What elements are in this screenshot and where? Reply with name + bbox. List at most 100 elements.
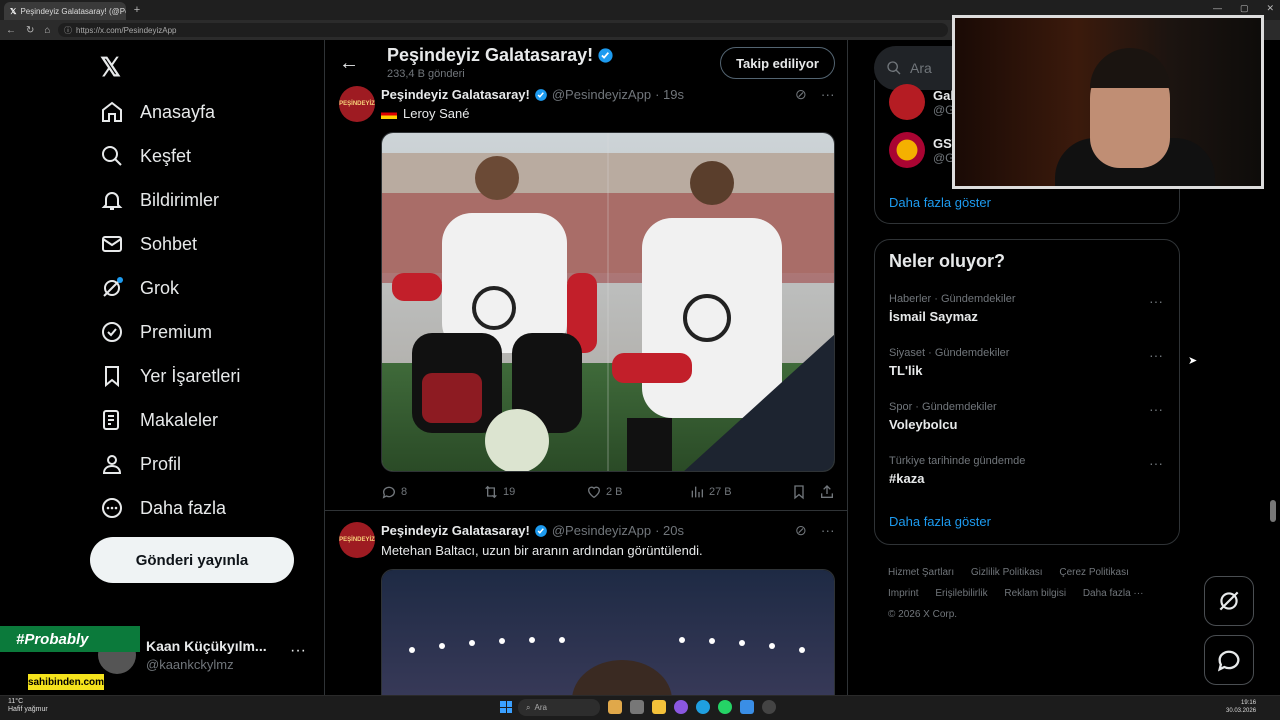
chat-bubble-icon xyxy=(1217,650,1240,672)
verified-badge-icon xyxy=(535,88,547,101)
like-button[interactable]: 2 B xyxy=(586,484,623,500)
timeline-column: ← Peşindeyiz Galatasaray! 233,4 B gönder… xyxy=(324,40,848,695)
x-favicon-icon: 𝕏 xyxy=(10,6,17,16)
trend-title: TL'lik xyxy=(889,363,923,378)
chat-floating-button[interactable] xyxy=(1204,635,1254,685)
nav-item-explore[interactable]: Keşfet xyxy=(100,141,191,171)
tweet-image[interactable] xyxy=(381,569,835,695)
footer-link[interactable]: Imprint xyxy=(888,588,919,599)
more-dots-icon[interactable]: ··· xyxy=(1149,347,1163,363)
close-window-icon[interactable]: ✕ xyxy=(1266,3,1274,14)
taskbar-search[interactable]: ⌕ Ara xyxy=(518,699,600,716)
new-tab-button[interactable]: + xyxy=(130,3,144,17)
tweet-image[interactable] xyxy=(381,132,835,472)
nav-item-profile[interactable]: Profil xyxy=(100,449,181,479)
taskbar-clock[interactable]: 19:16 30.03.2026 xyxy=(1226,699,1256,715)
address-bar[interactable]: ⓘ https://x.com/PesindeyizApp xyxy=(58,23,948,37)
more-dots-icon[interactable]: ··· xyxy=(1149,293,1163,309)
reply-button[interactable]: 8 xyxy=(381,484,407,500)
footer-link[interactable]: Gizlilik Politikası xyxy=(971,567,1043,578)
tweet-author-name[interactable]: Peşindeyiz Galatasaray! xyxy=(381,523,530,538)
tweet-author-handle[interactable]: @PesindeyizApp xyxy=(552,523,651,538)
verified-icon xyxy=(102,322,122,342)
grok-icon[interactable]: ⊘ xyxy=(795,522,807,539)
account-handle: @kaankckylmz xyxy=(146,657,234,672)
reload-icon[interactable]: ↻ xyxy=(26,25,34,36)
retweet-icon xyxy=(485,485,497,499)
whatsapp-icon[interactable] xyxy=(718,700,732,714)
bookmark-button[interactable] xyxy=(791,484,807,500)
person-icon xyxy=(102,455,122,474)
window-controls: — ▢ ✕ xyxy=(1213,3,1274,14)
nav-item-articles[interactable]: Makaleler xyxy=(100,405,218,435)
more-dots-icon[interactable]: ··· xyxy=(1149,455,1163,471)
profile-title: Peşindeyiz Galatasaray! xyxy=(387,45,614,66)
show-more-link[interactable]: Daha fazla göster xyxy=(889,195,991,210)
home-nav-icon[interactable]: ⌂ xyxy=(44,25,50,36)
minimize-icon[interactable]: — xyxy=(1213,3,1222,14)
tweet-author-handle[interactable]: @PesindeyizApp xyxy=(552,87,651,102)
weather-widget[interactable]: 11°C Hafif yağmur xyxy=(8,698,48,714)
trend-item[interactable]: Türkiye tarihinde gündemde #kaza ··· xyxy=(889,455,1171,486)
search-icon xyxy=(102,146,122,166)
nav-item-more[interactable]: Daha fazla xyxy=(100,493,226,523)
avatar xyxy=(889,132,925,168)
site-info-icon[interactable]: ⓘ xyxy=(64,25,72,36)
tweet-time[interactable]: · 19s xyxy=(655,87,684,102)
trend-item[interactable]: Siyaset · Gündemdekiler TL'lik ··· xyxy=(889,347,1171,378)
chrome-icon[interactable] xyxy=(762,700,776,714)
file-explorer-icon[interactable] xyxy=(652,700,666,714)
back-nav-icon[interactable]: ← xyxy=(6,25,16,36)
retweet-button[interactable]: 19 xyxy=(483,484,515,500)
nav-label: Premium xyxy=(140,321,213,342)
footer-link[interactable]: Reklam bilgisi xyxy=(1004,588,1066,599)
more-dots-icon[interactable]: ··· xyxy=(290,642,306,660)
back-arrow-icon[interactable]: ← xyxy=(339,52,359,75)
nav-item-premium[interactable]: Premium xyxy=(100,317,212,347)
following-button[interactable]: Takip ediliyor xyxy=(720,47,835,79)
tweet[interactable]: PEŞİNDEYİZ Peşindeyiz Galatasaray! @Pesi… xyxy=(325,84,847,509)
avatar[interactable]: PEŞİNDEYİZ xyxy=(339,86,375,122)
more-dots-icon[interactable]: ··· xyxy=(821,522,835,539)
nav-item-grok[interactable]: Grok xyxy=(100,273,179,303)
trend-item[interactable]: Haberler · Gündemdekiler İsmail Saymaz ·… xyxy=(889,293,1171,324)
more-dots-icon[interactable]: ··· xyxy=(821,86,835,103)
tweet-author-name[interactable]: Peşindeyiz Galatasaray! xyxy=(381,87,530,102)
tweet-body: Leroy Sané xyxy=(403,106,470,121)
trends-panel: Neler oluyor? Haberler · Gündemdekiler İ… xyxy=(874,239,1180,545)
maximize-icon[interactable]: ▢ xyxy=(1240,3,1249,14)
post-button[interactable]: Gönderi yayınla xyxy=(90,537,294,583)
share-button[interactable] xyxy=(819,484,835,500)
mouse-cursor-icon: ➤ xyxy=(1188,355,1198,367)
footer-link[interactable]: Erişilebilirlik xyxy=(935,588,987,599)
verified-badge-icon xyxy=(535,524,547,537)
browser-tab[interactable]: 𝕏 Peşindeyiz Galatasaray! (@Pesind... ✕ xyxy=(4,2,126,20)
avatar[interactable]: PEŞİNDEYİZ xyxy=(339,522,375,558)
trend-category: Siyaset · Gündemdekiler xyxy=(889,347,1010,359)
show-more-link[interactable]: Daha fazla göster xyxy=(889,514,991,529)
store-icon[interactable] xyxy=(740,700,754,714)
nav-item-messages[interactable]: Sohbet xyxy=(100,229,197,259)
windows-start-icon[interactable] xyxy=(500,701,512,713)
x-logo-icon[interactable]: 𝕏 xyxy=(100,52,126,82)
trend-item[interactable]: Spor · Gündemdekiler Voleybolcu ··· xyxy=(889,401,1171,432)
left-navigation: 𝕏 Anasayfa Keşfet Bildirimler Sohbet Gro… xyxy=(90,40,324,695)
edge-icon[interactable] xyxy=(696,700,710,714)
grok-icon[interactable]: ⊘ xyxy=(795,86,807,103)
nav-item-bookmarks[interactable]: Yer İşaretleri xyxy=(100,361,240,391)
page-scrollbar[interactable] xyxy=(1270,500,1276,522)
task-view-icon[interactable] xyxy=(630,700,644,714)
discord-icon[interactable] xyxy=(674,700,688,714)
grok-floating-button[interactable] xyxy=(1204,576,1254,626)
more-dots-icon[interactable]: ··· xyxy=(1149,401,1163,417)
tweet-time[interactable]: · 20s xyxy=(655,523,684,538)
footer-link[interactable]: Çerez Politikası xyxy=(1059,567,1128,578)
nav-item-notifications[interactable]: Bildirimler xyxy=(100,185,219,215)
views-button[interactable]: 27 B xyxy=(689,484,732,500)
tweet[interactable]: PEŞİNDEYİZ Peşindeyiz Galatasaray! @Pesi… xyxy=(325,522,847,695)
footer-link[interactable]: Daha fazla ··· xyxy=(1083,588,1144,599)
nav-label: Yer İşaretleri xyxy=(140,365,241,386)
footer-link[interactable]: Hizmet Şartları xyxy=(888,567,954,578)
widget-app-icon[interactable] xyxy=(608,700,622,714)
nav-item-home[interactable]: Anasayfa xyxy=(100,97,215,127)
